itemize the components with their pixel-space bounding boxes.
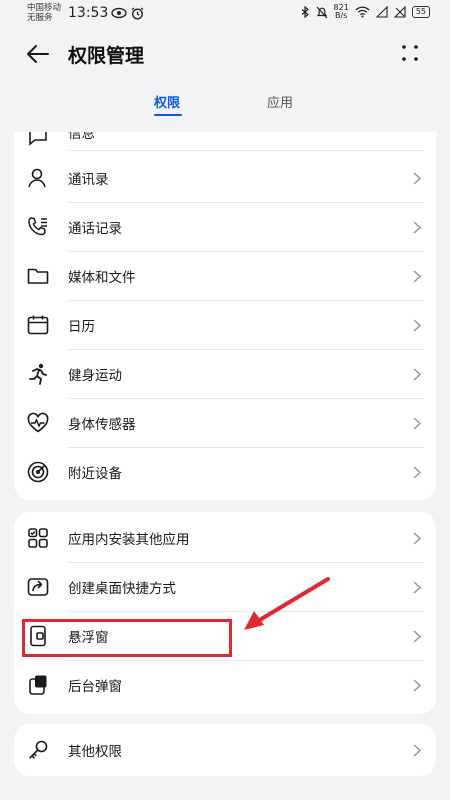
chevron-right-icon (413, 221, 422, 234)
message-icon (29, 132, 47, 146)
list-item-label: 通话记录 (68, 221, 122, 237)
list-item-call-log[interactable]: 通话记录 (14, 203, 436, 252)
carrier-status: 无服务 (27, 13, 53, 23)
chevron-right-icon (413, 581, 422, 594)
call-log-icon (28, 217, 47, 236)
list-item-other-permissions[interactable]: 其他权限 (14, 726, 436, 775)
list-item-label: 通讯录 (68, 172, 109, 188)
more-options-button[interactable] (400, 43, 420, 63)
list-item-install-apps[interactable]: 应用内安装其他应用 (14, 514, 436, 563)
back-button[interactable] (24, 40, 52, 68)
shortcut-icon (27, 578, 49, 596)
chevron-right-icon (413, 368, 422, 381)
tab-active-indicator (154, 114, 182, 116)
bluetooth-icon (301, 5, 309, 18)
alarm-icon (131, 7, 143, 20)
list-item-label: 信息 (68, 132, 95, 142)
list-item-desktop-shortcut[interactable]: 创建桌面快捷方式 (14, 563, 436, 612)
chevron-right-icon (413, 319, 422, 332)
network-speed-unit: B/s (334, 11, 348, 20)
annotation-arrow-icon (244, 577, 330, 630)
status-bar: 中国移动 无服务 13:53 821 B/s 55 (0, 0, 450, 28)
network-speed: 821 B/s (334, 4, 349, 20)
folder-icon (27, 268, 49, 284)
background-popup-icon (29, 675, 47, 695)
annotation-highlight-box (22, 619, 232, 657)
signal-4g-icon (375, 6, 388, 18)
permission-group-2: 应用内安装其他应用 创建桌面快捷方式 悬浮窗 后台弹窗 (14, 512, 436, 714)
mute-bell-icon (316, 6, 327, 18)
calendar-icon (27, 315, 49, 335)
list-item-label: 健身运动 (68, 368, 122, 384)
list-item-label: 后台弹窗 (68, 679, 122, 695)
carrier-name: 中国移动 (27, 3, 62, 13)
list-item-nearby-devices[interactable]: 附近设备 (14, 448, 436, 497)
chevron-right-icon (413, 417, 422, 430)
signal-icon (393, 6, 406, 18)
chevron-right-icon (413, 630, 422, 643)
chevron-right-icon (413, 270, 422, 283)
chevron-right-icon (413, 172, 422, 185)
key-icon (29, 740, 48, 759)
list-item-label: 其他权限 (68, 744, 122, 760)
list-item-label: 创建桌面快捷方式 (68, 581, 176, 597)
battery-indicator: 55 (411, 6, 430, 18)
tab-bar: 权限 应用 (0, 82, 450, 122)
list-item-body-sensors[interactable]: 身体传感器 (14, 399, 436, 448)
more-dots-icon (402, 45, 418, 61)
status-time: 13:53 (68, 5, 109, 21)
carrier-info: 中国移动 无服务 (27, 3, 61, 23)
list-item-label: 身体传感器 (68, 417, 136, 433)
list-item-label: 日历 (68, 319, 95, 335)
chevron-right-icon (413, 744, 422, 757)
wifi-icon (355, 6, 370, 18)
tab-apps[interactable]: 应用 (267, 92, 293, 111)
permission-group-3: 其他权限 (14, 724, 436, 776)
nearby-devices-icon (27, 461, 49, 483)
chevron-right-icon (413, 532, 422, 545)
list-item-contacts[interactable]: 通讯录 (14, 154, 436, 203)
chevron-right-icon (413, 679, 422, 692)
tab-permissions[interactable]: 权限 (154, 92, 180, 111)
list-item-media-files[interactable]: 媒体和文件 (14, 252, 436, 301)
list-item-label: 附近设备 (68, 466, 122, 482)
app-header: 权限管理 (0, 28, 450, 80)
chevron-right-icon (413, 466, 422, 479)
apps-grid-icon (28, 528, 48, 548)
heart-rate-icon (27, 412, 49, 433)
contacts-icon (28, 168, 46, 188)
list-item-fitness[interactable]: 健身运动 (14, 350, 436, 399)
status-icons-right: 821 B/s 55 (301, 4, 430, 20)
permission-group-1: 信息 通讯录 通话记录 媒体和文件 日历 健身运动 身体传感器 附近设备 (14, 132, 436, 500)
arrow-left-icon (27, 45, 49, 63)
status-icons-left (111, 6, 144, 20)
list-item-background-popup[interactable]: 后台弹窗 (14, 661, 436, 710)
list-item-calendar[interactable]: 日历 (14, 301, 436, 350)
list-item-messages[interactable]: 信息 (14, 132, 436, 151)
page-title: 权限管理 (68, 45, 145, 67)
divider (68, 150, 424, 151)
running-icon (29, 363, 47, 385)
list-item-label: 应用内安装其他应用 (68, 532, 190, 548)
list-item-label: 媒体和文件 (68, 270, 136, 286)
eye-icon (111, 7, 127, 19)
